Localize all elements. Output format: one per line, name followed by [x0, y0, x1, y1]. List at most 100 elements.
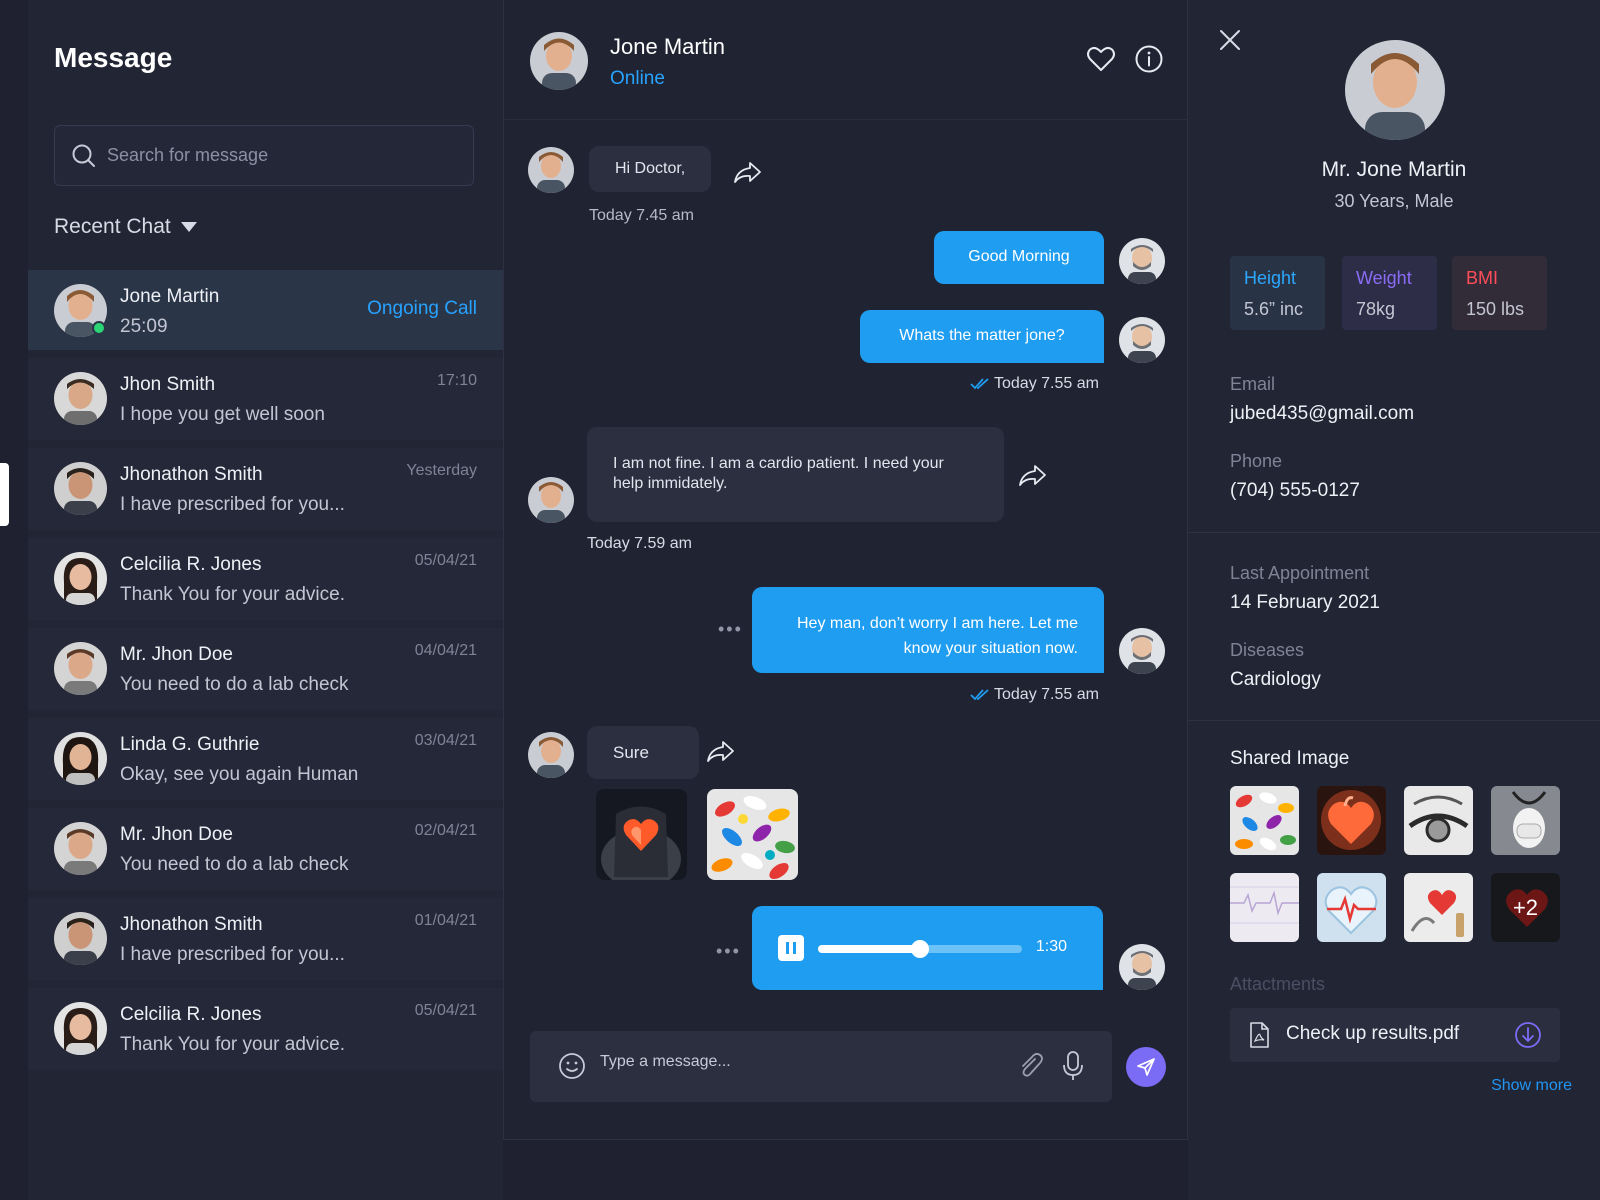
avatar	[54, 552, 107, 605]
chat-item[interactable]: Jhonathon Smith I have prescribed for yo…	[28, 898, 503, 980]
shared-image-stethoscope[interactable]	[1404, 786, 1473, 855]
phone-label: Phone	[1230, 451, 1283, 471]
shared-image-doctor[interactable]	[1491, 786, 1560, 855]
divider	[1188, 532, 1600, 533]
chat-item-preview: Thank You for your advice.	[120, 1034, 345, 1055]
send-button[interactable]	[1126, 1047, 1166, 1087]
pills-image[interactable]	[707, 789, 798, 880]
call-duration: 25:09	[120, 316, 168, 337]
message-time: Today 7.45 am	[589, 207, 694, 224]
chat-item-name: Celcilia R. Jones	[120, 1004, 262, 1025]
attachment-name: Check up results.pdf	[1286, 1023, 1460, 1044]
forward-icon[interactable]	[732, 160, 762, 186]
window-edge-handle[interactable]	[0, 463, 9, 526]
shared-image-heart-tools[interactable]	[1404, 873, 1473, 942]
shared-image-pills[interactable]	[1230, 786, 1299, 855]
chat-item-time: 02/04/21	[414, 822, 477, 839]
shared-image-heart[interactable]	[1317, 786, 1386, 855]
more-images-count: +2	[1491, 873, 1560, 942]
chat-item[interactable]: Celcilia R. Jones Thank You for your adv…	[28, 538, 503, 620]
heart-xray-image[interactable]	[596, 789, 687, 880]
metric-height: Height 5.6” inc	[1230, 256, 1325, 330]
chat-list-panel: Message Recent Chat Jone Martin 25:09 On…	[28, 0, 503, 1200]
avatar	[528, 477, 574, 523]
chat-item-name: Celcilia R. Jones	[120, 554, 262, 575]
chat-item-preview: Thank You for your advice.	[120, 584, 345, 605]
paperclip-icon[interactable]	[1015, 1051, 1045, 1081]
avatar	[54, 822, 107, 875]
avatar[interactable]	[530, 32, 588, 90]
send-icon	[1137, 1058, 1155, 1076]
double-check-icon	[970, 378, 989, 390]
avatar	[1119, 944, 1165, 990]
last-appointment-label: Last Appointment	[1230, 563, 1370, 583]
profile-name: Mr. Jone Martin	[1321, 158, 1467, 181]
attachment-item[interactable]: Check up results.pdf	[1230, 1008, 1560, 1062]
audio-progress-knob[interactable]	[911, 940, 929, 958]
chat-item-time: 05/04/21	[414, 552, 477, 569]
last-appointment-value: 14 February 2021	[1230, 592, 1380, 613]
chat-item-preview: Okay, see you again Human	[120, 764, 359, 785]
chat-item[interactable]: Jhon Smith I hope you get well soon 17:1…	[28, 358, 503, 440]
chat-item-time: 17:10	[436, 372, 477, 389]
show-more-link[interactable]: Show more	[1491, 1077, 1572, 1095]
contact-status: Online	[610, 68, 665, 89]
close-icon[interactable]	[1218, 28, 1242, 52]
chat-item[interactable]: Mr. Jhon Doe You need to do a lab check …	[28, 808, 503, 890]
info-icon[interactable]	[1134, 44, 1164, 74]
search-input[interactable]	[107, 145, 447, 166]
microphone-icon[interactable]	[1060, 1050, 1086, 1082]
message-composer	[530, 1031, 1112, 1102]
metric-label: Weight	[1356, 268, 1412, 288]
emoji-icon[interactable]	[558, 1052, 586, 1080]
heart-icon[interactable]	[1086, 44, 1116, 74]
more-options-icon[interactable]: •••	[718, 619, 743, 640]
audio-progress-fill	[818, 945, 920, 953]
divider	[1188, 720, 1600, 721]
chat-item[interactable]: Linda G. Guthrie Okay, see you again Hum…	[28, 718, 503, 800]
app-window: Message Recent Chat Jone Martin 25:09 On…	[0, 0, 1600, 1200]
metric-value: 150 lbs	[1466, 299, 1525, 319]
avatar	[1119, 628, 1165, 674]
shared-image-heart-pulse[interactable]	[1317, 873, 1386, 942]
avatar	[1119, 317, 1165, 363]
shared-image-more[interactable]: +2	[1491, 873, 1560, 942]
forward-icon[interactable]	[705, 739, 735, 765]
chat-item[interactable]: Jhonathon Smith I have prescribed for yo…	[28, 448, 503, 530]
profile-age-gender: 30 Years, Male	[1334, 191, 1454, 211]
message-bubble: Good Morning	[934, 231, 1104, 284]
message-bubble: Whats the matter jone?	[860, 310, 1104, 363]
message-input[interactable]	[600, 1053, 1000, 1071]
chat-item-preview: You need to do a lab check	[120, 674, 349, 695]
chat-item[interactable]: Mr. Jhon Doe You need to do a lab check …	[28, 628, 503, 710]
profile-panel: Mr. Jone Martin 30 Years, Male Height 5.…	[1188, 0, 1600, 1200]
message-bubble: Sure	[587, 726, 699, 779]
avatar	[54, 1002, 107, 1055]
chat-item-name: Mr. Jhon Doe	[120, 644, 233, 665]
recent-chat-filter[interactable]: Recent Chat	[54, 215, 197, 239]
chat-item-active[interactable]: Jone Martin 25:09 Ongoing Call	[28, 270, 503, 350]
avatar	[54, 732, 107, 785]
conversation-panel: Jone Martin Online Hi Doctor, Today 7.45…	[503, 0, 1189, 1140]
chat-item-preview: I hope you get well soon	[120, 404, 325, 425]
search-box[interactable]	[54, 125, 474, 186]
call-status: Ongoing Call	[367, 298, 477, 319]
more-options-icon[interactable]: •••	[716, 941, 741, 962]
metric-value: 78kg	[1356, 299, 1396, 319]
download-icon[interactable]	[1514, 1021, 1542, 1049]
chat-item-preview: I have prescribed for you...	[120, 944, 345, 965]
shared-image-ecg[interactable]	[1230, 873, 1299, 942]
online-status-dot	[92, 321, 106, 335]
chat-item-name: Linda G. Guthrie	[120, 734, 260, 755]
chat-item[interactable]: Celcilia R. Jones Thank You for your adv…	[28, 988, 503, 1070]
chat-item-time: 01/04/21	[414, 912, 477, 929]
page-title: Message	[54, 42, 173, 73]
chat-item-time: Yesterday	[406, 462, 477, 479]
chat-item-name: Jone Martin	[120, 286, 220, 307]
voice-message: 1:30	[752, 906, 1103, 990]
forward-icon[interactable]	[1017, 463, 1047, 489]
avatar	[54, 372, 107, 425]
audio-progress-slider[interactable]	[818, 940, 1022, 958]
pause-icon[interactable]	[778, 935, 804, 961]
attachments-title: Attactments	[1230, 974, 1326, 994]
